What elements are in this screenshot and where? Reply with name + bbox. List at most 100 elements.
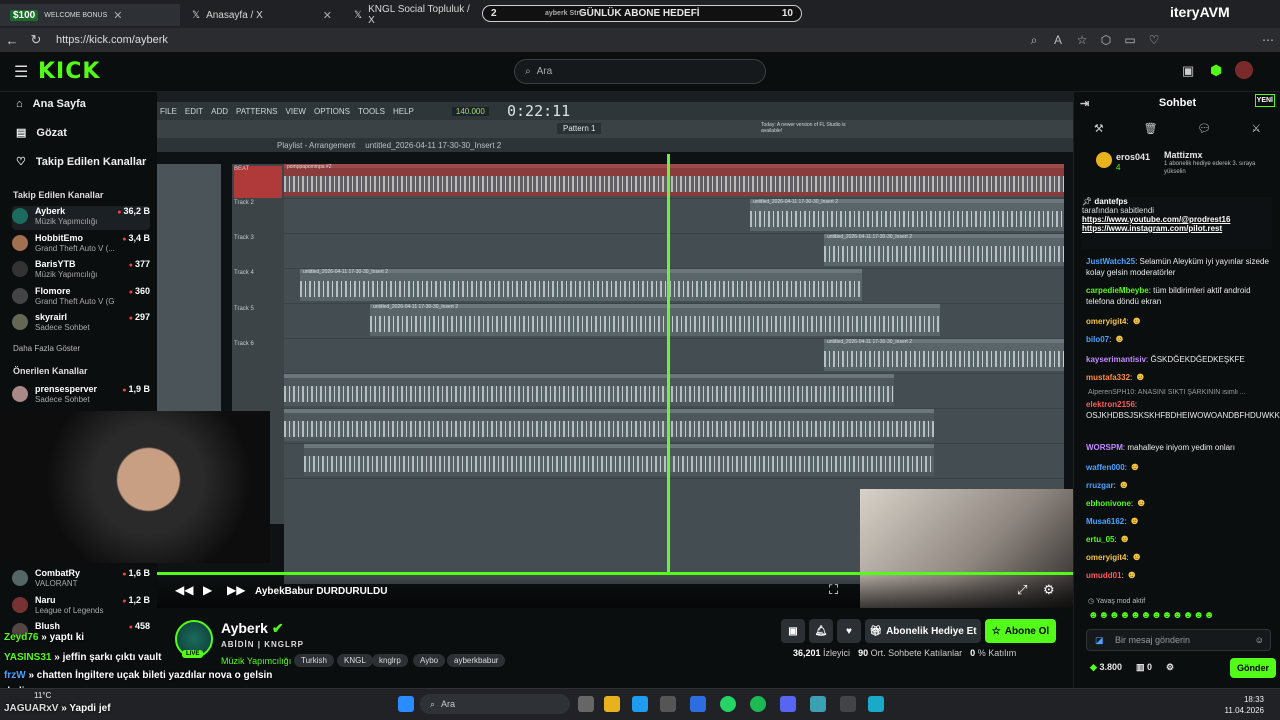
split-icon[interactable]: ▭	[1118, 33, 1142, 47]
tab-x-home[interactable]: 𝕏 Anasayfa / X ✕	[182, 4, 342, 26]
chat-username[interactable]: mustafa332	[1086, 373, 1130, 382]
theatre-button[interactable]: ▣	[781, 619, 805, 643]
chat-bubble-icon[interactable]: 💬︎	[1197, 122, 1211, 140]
kick-logo[interactable]: KICK	[38, 59, 100, 84]
task-view-icon[interactable]	[578, 696, 594, 712]
forward-icon[interactable]: ▶▶	[227, 583, 245, 597]
whatsapp-icon[interactable]	[720, 696, 736, 712]
points[interactable]: ◆ 3.800	[1090, 662, 1122, 673]
chat-username[interactable]: rruzgar	[1086, 481, 1114, 490]
chat-username[interactable]: JustWatch25	[1086, 257, 1135, 266]
chat-username[interactable]: bilo07	[1086, 335, 1109, 344]
url-field[interactable]: https://kick.com/ayberk	[56, 34, 1022, 46]
audio-clip[interactable]	[284, 409, 934, 441]
video-player[interactable]: FILE EDIT ADD PATTERNS VIEW OPTIONS TOOL…	[157, 92, 1073, 608]
extension-icon[interactable]: ⬡	[1094, 33, 1118, 47]
audio-clip[interactable]: untitled_2026-04-11 17-30-30_Insert 2	[370, 304, 940, 336]
channel-barisytb[interactable]: BarisYTBMüzik Yapımcılığı 377	[12, 259, 150, 283]
kick-icon[interactable]: ⬢	[1210, 62, 1222, 79]
store-icon[interactable]	[660, 696, 676, 712]
new-badge[interactable]: YENİ	[1254, 94, 1275, 107]
app-icon[interactable]	[868, 696, 884, 712]
collections-icon[interactable]: ♡	[1142, 33, 1166, 47]
nav-home[interactable]: ⌂ Ana Sayfa	[16, 98, 86, 110]
badges[interactable]: ▥ 0	[1136, 662, 1152, 673]
collapse-chat-icon[interactable]: ⇥	[1080, 97, 1089, 110]
chat-username[interactable]: ebhonivone	[1086, 499, 1131, 508]
chat-username[interactable]: elektron2156	[1086, 400, 1135, 409]
chat-username[interactable]: ertu_05	[1086, 535, 1114, 544]
edge-icon[interactable]	[632, 696, 648, 712]
nav-following[interactable]: ♡ Takip Edilen Kanallar	[16, 155, 146, 169]
sword-icon[interactable]: ⚔	[1251, 122, 1261, 140]
tab-casino[interactable]: $100 WELCOME BONUS ✕	[0, 4, 180, 26]
tag[interactable]: Turkish	[294, 654, 334, 667]
chat-username[interactable]: omeryigit4	[1086, 553, 1126, 562]
close-icon[interactable]: ✕	[323, 9, 332, 22]
audio-clip[interactable]: untitled_2026-04-11 17-30-30_Insert 2	[750, 199, 1064, 231]
wallet-icon[interactable]: ▣	[1182, 63, 1194, 79]
tag[interactable]: knglrp	[372, 654, 408, 667]
menu-dots-icon[interactable]: ⋯	[1256, 33, 1280, 47]
channel-combatry[interactable]: CombatRyVALORANT 1,6 B	[12, 568, 150, 594]
streamer-name[interactable]: Ayberk ✔	[221, 620, 284, 637]
pinned-link[interactable]: https://www.youtube.com/@prodrest16	[1082, 215, 1272, 224]
channel-ayberk[interactable]: AyberkMüzik Yapımcılığı 36,2 B	[12, 206, 150, 230]
audio-clip[interactable]: untitled_2026-04-11 17-30-30_Insert 2	[824, 234, 1064, 266]
chat-username[interactable]: WORSPM	[1086, 443, 1123, 452]
pin-icon[interactable]: ⚒	[1094, 122, 1104, 140]
tag[interactable]: Aybo	[413, 654, 446, 667]
weather-widget[interactable]: 11°C	[34, 691, 51, 700]
clock[interactable]: 18:33 11.04.2026	[1225, 694, 1264, 716]
chat-username[interactable]: umudd01	[1086, 571, 1122, 580]
avatar[interactable]	[1235, 61, 1253, 79]
chat-username[interactable]: Musa6162	[1086, 517, 1124, 526]
nav-browse[interactable]: ▤ Gözat	[16, 126, 67, 140]
chat-username[interactable]: omeryigit4	[1086, 317, 1126, 326]
fullscreen-icon[interactable]: ⤢	[1017, 582, 1027, 598]
audio-clip[interactable]: untitled_2026-04-11 17-30-30_Insert 2	[824, 339, 1064, 371]
pinned-link[interactable]: https://www.instagram.com/pilot.rest	[1082, 224, 1272, 233]
audio-clip[interactable]: untitled_2026-04-11 17-30-30_Insert 2	[300, 269, 862, 301]
taskbar-search[interactable]: ⌕ Ara	[420, 694, 570, 714]
channel-hobbitemo[interactable]: HobbitEmoGrand Theft Auto V (... 3,4 B	[12, 233, 150, 257]
app-icon[interactable]	[810, 696, 826, 712]
channel-skyrairl[interactable]: skyrairlSadece Sohbet 297	[12, 312, 150, 336]
clip-icon[interactable]: ⛶	[829, 582, 838, 598]
chat-username[interactable]: carpedieMbeybe	[1086, 286, 1149, 295]
tag[interactable]: ayberkbabur	[447, 654, 506, 667]
outlook-icon[interactable]	[690, 696, 706, 712]
channel-flomore[interactable]: FlomoreGrand Theft Auto V (G... 360	[12, 286, 150, 310]
file-explorer-icon[interactable]	[604, 696, 620, 712]
chat-input[interactable]: ◪ Bir mesaj gönderin ☺	[1086, 629, 1271, 651]
audio-clip[interactable]	[304, 444, 934, 476]
zoom-icon[interactable]: ⌕	[1022, 33, 1046, 48]
back-icon[interactable]: ←	[0, 33, 24, 48]
channel-prensesperver[interactable]: prensesperverSadece Sohbet 1,9 B	[12, 384, 150, 408]
audio-clip[interactable]	[284, 374, 894, 406]
settings-gear-icon[interactable]: ⚙	[1043, 582, 1055, 598]
obs-icon[interactable]	[840, 696, 856, 712]
reload-icon[interactable]: ↻	[24, 32, 48, 48]
spotify-icon[interactable]	[750, 696, 766, 712]
close-icon[interactable]: ✕	[113, 9, 122, 22]
tab-kngl[interactable]: 𝕏 KNGL Social Topluluk / X	[344, 4, 484, 26]
hamburger-menu-icon[interactable]: ☰	[14, 62, 28, 82]
follow-button[interactable]: ♥	[837, 619, 861, 643]
search-input[interactable]: ⌕ Ara	[514, 59, 766, 84]
subscribe-button[interactable]: ☆ Abone Ol	[985, 619, 1056, 643]
emoji-icon[interactable]: ☺	[1255, 635, 1264, 645]
show-more-link[interactable]: Daha Fazla Göster	[13, 344, 80, 353]
gift-sub-button[interactable]: 🎁︎ Abonelik Hediye Et	[865, 619, 981, 643]
favorite-star-icon[interactable]: ☆	[1070, 33, 1094, 47]
read-aloud-icon[interactable]: A	[1046, 33, 1070, 47]
play-icon[interactable]: ▶	[203, 583, 212, 597]
discord-icon[interactable]	[780, 696, 796, 712]
rewind-icon[interactable]: ◀◀	[175, 583, 193, 597]
tag[interactable]: KNGL	[337, 654, 373, 667]
stream-category[interactable]: Müzik Yapımcılığı	[221, 656, 291, 666]
send-button[interactable]: Gönder	[1230, 658, 1276, 678]
emote-bar[interactable]: ☻☻☻☻☻☻☻☻☻☻☻☻	[1088, 610, 1273, 622]
chat-settings-icon[interactable]: ⚙	[1166, 662, 1174, 673]
chat-username[interactable]: waffen000	[1086, 463, 1125, 472]
